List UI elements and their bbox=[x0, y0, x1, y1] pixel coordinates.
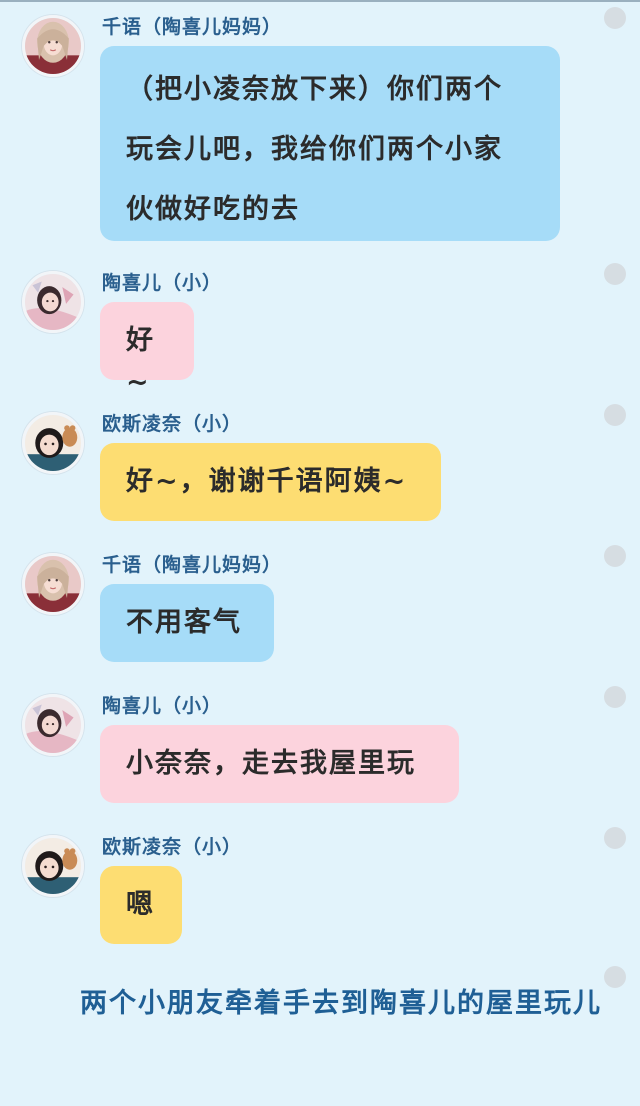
narration-text: 两个小朋友牵着手去到陶喜儿的屋里玩儿 bbox=[80, 988, 602, 1019]
chat-message: 陶喜儿（小） 小奈奈，走去我屋里玩 bbox=[0, 679, 640, 819]
message-bubble[interactable]: 好~ bbox=[100, 302, 194, 398]
sender-name: 欧斯凌奈（小） bbox=[102, 413, 243, 435]
avatar-ousilingnai-image bbox=[25, 415, 81, 471]
select-dot[interactable] bbox=[604, 545, 626, 567]
message-bubble[interactable]: 好~，谢谢千语阿姨~ bbox=[100, 443, 441, 521]
avatar-qianyu-image bbox=[25, 556, 81, 612]
select-dot[interactable] bbox=[604, 404, 626, 426]
select-dot[interactable] bbox=[604, 966, 626, 988]
message-text: 好~，谢谢千语阿姨~ bbox=[126, 466, 408, 497]
sender-name: 陶喜儿（小） bbox=[102, 272, 223, 294]
message-text: 不用客气 bbox=[126, 607, 242, 638]
select-dot[interactable] bbox=[604, 827, 626, 849]
avatar-ousilingnai-image bbox=[25, 838, 81, 894]
message-text: 好~ bbox=[126, 325, 155, 398]
chat-message: 千语（陶喜儿妈妈） 不用客气 bbox=[0, 538, 640, 678]
message-line: 玩会儿吧，我给你们两个小家 bbox=[126, 134, 503, 165]
avatar-taoxier-image bbox=[25, 697, 81, 753]
avatar-ousilingnai-icon[interactable] bbox=[22, 835, 84, 897]
select-dot[interactable] bbox=[604, 686, 626, 708]
message-bubble[interactable]: 不用客气 bbox=[100, 584, 274, 662]
avatar-taoxier-image bbox=[25, 274, 81, 330]
chat-message: 欧斯凌奈（小） 好~，谢谢千语阿姨~ bbox=[0, 397, 640, 537]
chat-message: 千语（陶喜儿妈妈） （把小凌奈放下来）你们两个 玩会儿吧，我给你们两个小家 伙做… bbox=[0, 0, 640, 255]
avatar-taoxier-icon[interactable] bbox=[22, 271, 84, 333]
message-bubble[interactable]: 小奈奈，走去我屋里玩 bbox=[100, 725, 459, 803]
message-text: 小奈奈，走去我屋里玩 bbox=[126, 748, 416, 779]
message-line: 伙做好吃的去 bbox=[126, 194, 300, 225]
chat-message: 陶喜儿（小） 好~ bbox=[0, 256, 640, 398]
message-line: （把小凌奈放下来）你们两个 bbox=[126, 74, 503, 105]
avatar-qianyu-image bbox=[25, 18, 81, 74]
message-bubble[interactable]: （把小凌奈放下来）你们两个 玩会儿吧，我给你们两个小家 伙做好吃的去 bbox=[100, 46, 560, 241]
avatar-qianyu-icon[interactable] bbox=[22, 553, 84, 615]
sender-name: 千语（陶喜儿妈妈） bbox=[102, 554, 283, 576]
sender-name: 千语（陶喜儿妈妈） bbox=[102, 16, 283, 38]
avatar-ousilingnai-icon[interactable] bbox=[22, 412, 84, 474]
sender-name: 欧斯凌奈（小） bbox=[102, 836, 243, 858]
message-bubble[interactable]: 嗯 bbox=[100, 866, 182, 944]
chat-page: 千语（陶喜儿妈妈） （把小凌奈放下来）你们两个 玩会儿吧，我给你们两个小家 伙做… bbox=[0, 0, 640, 1106]
chat-message: 欧斯凌奈（小） 嗯 bbox=[0, 820, 640, 960]
sender-name: 陶喜儿（小） bbox=[102, 695, 223, 717]
avatar-taoxier-icon[interactable] bbox=[22, 694, 84, 756]
select-dot[interactable] bbox=[604, 263, 626, 285]
avatar-qianyu-icon[interactable] bbox=[22, 15, 84, 77]
select-dot[interactable] bbox=[604, 7, 626, 29]
message-text: 嗯 bbox=[126, 889, 155, 920]
